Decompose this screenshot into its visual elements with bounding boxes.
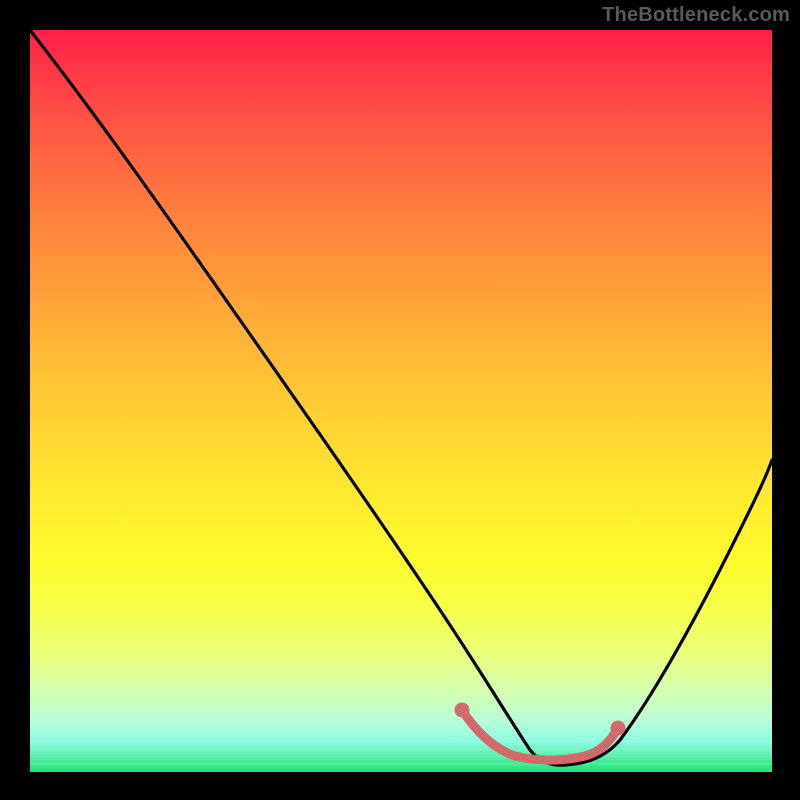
optimal-start-marker	[455, 703, 470, 718]
optimal-range-line	[462, 710, 618, 760]
watermark-text: TheBottleneck.com	[602, 4, 790, 27]
bottleneck-curve-line	[30, 30, 772, 765]
optimal-end-marker	[611, 721, 626, 736]
chart-container: TheBottleneck.com	[0, 0, 800, 800]
plot-area	[30, 30, 772, 772]
curve-layer	[30, 30, 772, 772]
